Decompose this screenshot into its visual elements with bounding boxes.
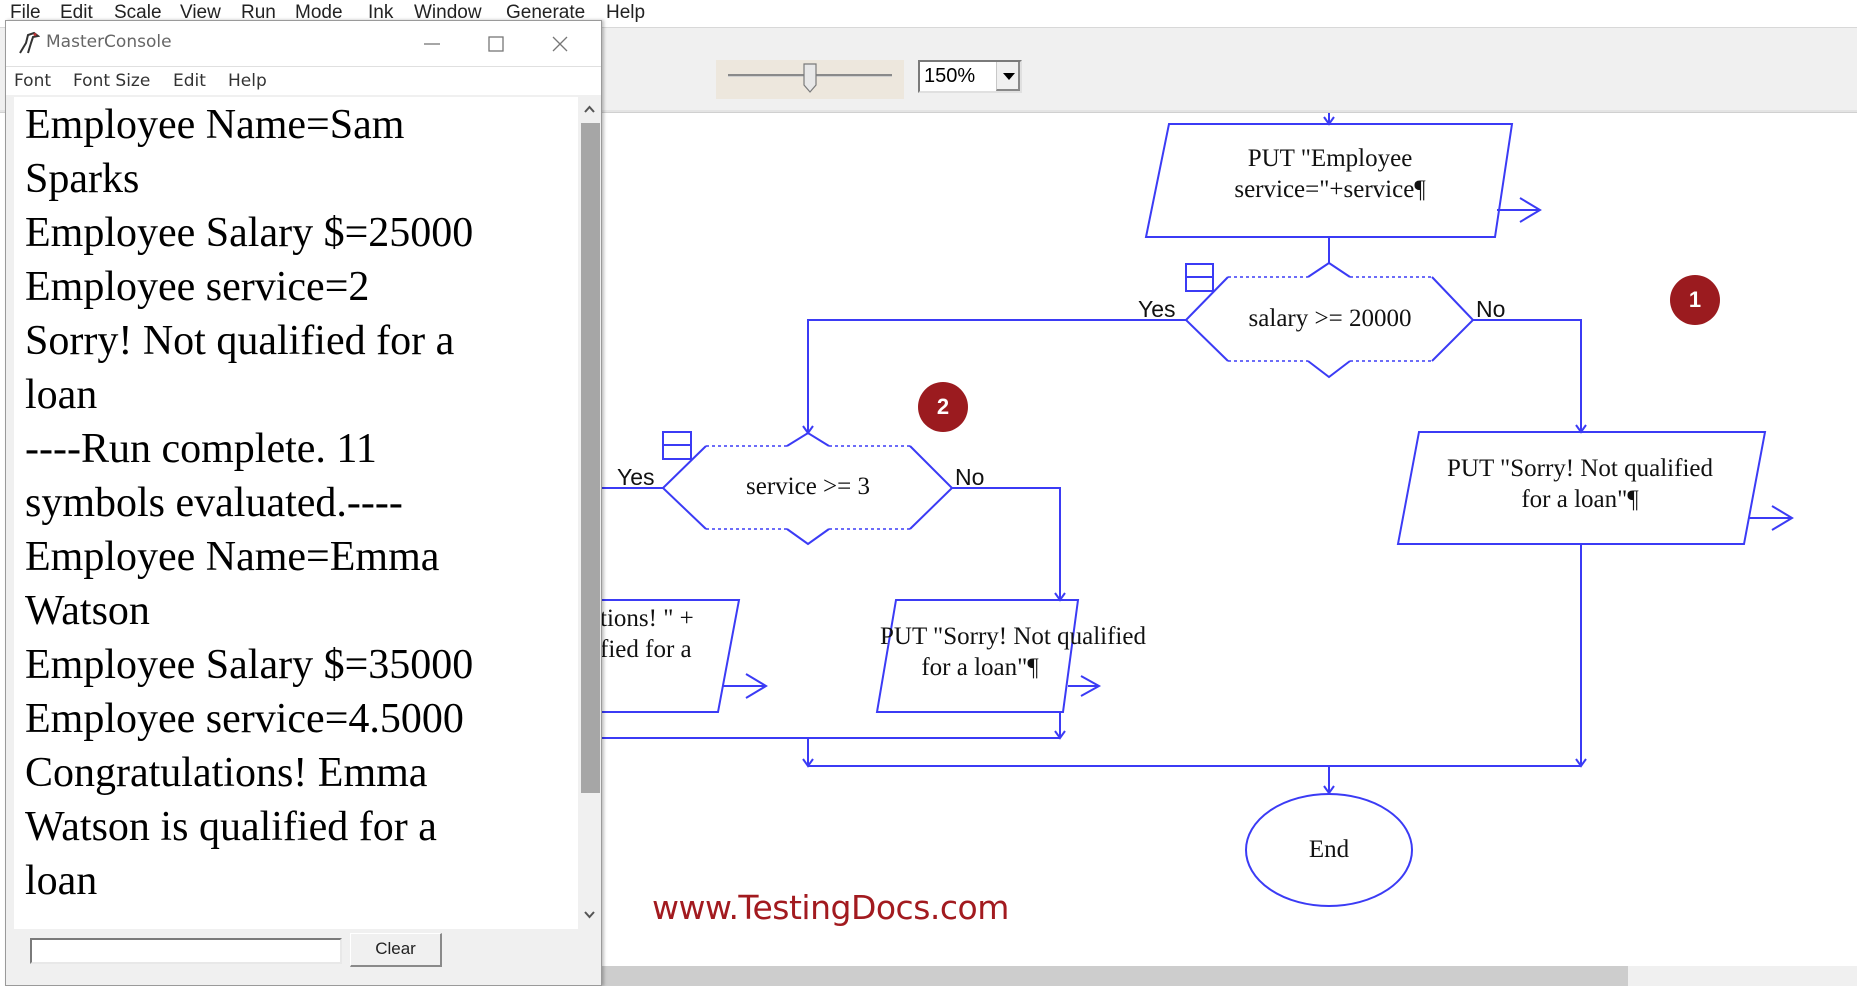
no-label: No <box>1476 296 1506 322</box>
master-console-window: MasterConsole Font Font Size Edit Help E… <box>5 20 602 986</box>
maximize-icon <box>488 36 504 52</box>
output-arrow-icon <box>1748 505 1794 531</box>
clear-button[interactable]: Clear <box>350 933 442 967</box>
console-line: Watson is qualified for a <box>25 804 437 850</box>
console-line: Employee service=4.5000 <box>25 696 464 742</box>
menu-help[interactable]: Help <box>606 2 645 24</box>
minimize-icon <box>424 43 440 45</box>
console-menu-font[interactable]: Font <box>14 71 51 91</box>
output-text-service[interactable]: PUT "Employee service="+service¶ <box>1180 143 1480 205</box>
console-vertical-scrollbar[interactable] <box>578 97 601 929</box>
no-label: No <box>955 464 985 490</box>
console-command-input[interactable] <box>30 938 342 964</box>
slider-thumb[interactable] <box>803 63 817 93</box>
console-line: loan <box>25 372 98 418</box>
console-line: Employee Name=Emma <box>25 534 440 580</box>
console-line: Employee Salary $=25000 <box>25 210 474 256</box>
output-text-sorry-outer[interactable]: PUT "Sorry! Not qualified for a loan"¶ <box>1410 453 1750 515</box>
maximize-button[interactable] <box>464 21 528 67</box>
console-line: loan <box>25 858 98 904</box>
horizontal-scrollbar[interactable] <box>600 966 1857 986</box>
annotation-badge-1: 1 <box>1670 275 1720 325</box>
decision-text-salary[interactable]: salary >= 20000 <box>1210 303 1450 334</box>
zoom-value: 150% <box>924 65 976 87</box>
chevron-down-icon[interactable] <box>578 903 601 927</box>
console-line: Congratulations! Emma <box>25 750 428 796</box>
connector-no <box>952 487 1061 600</box>
console-line: Sorry! Not qualified for a <box>25 318 455 364</box>
yes-label: Yes <box>617 464 655 490</box>
connector-yes <box>807 319 1186 433</box>
console-menu-font-size[interactable]: Font Size <box>73 71 150 91</box>
close-button[interactable] <box>528 21 592 67</box>
console-title: MasterConsole <box>46 32 172 52</box>
console-line: Sparks <box>25 156 140 202</box>
close-icon <box>552 36 568 52</box>
speed-slider[interactable] <box>716 60 904 99</box>
console-line: Employee Salary $=35000 <box>25 642 474 688</box>
output-arrow-icon <box>723 673 768 699</box>
output-text-congrats[interactable]: tions! " + fied for a <box>600 603 720 665</box>
console-menu-edit[interactable]: Edit <box>173 71 206 91</box>
raptor-app-icon <box>19 31 40 54</box>
console-line: Employee service=2 <box>25 264 370 310</box>
decision-text-service[interactable]: service >= 3 <box>700 471 916 502</box>
console-line: ----Run complete. 11 <box>25 426 377 472</box>
console-line: symbols evaluated.---- <box>25 480 403 526</box>
console-output[interactable]: Employee Name=Sam Sparks Employee Salary… <box>14 97 578 929</box>
yes-label: Yes <box>1138 296 1176 322</box>
console-menu-help[interactable]: Help <box>228 71 267 91</box>
annotation-badge-2: 2 <box>918 382 968 432</box>
scrollbar-thumb[interactable] <box>581 123 600 793</box>
output-text-sorry-inner[interactable]: PUT "Sorry! Not qualified for a loan"¶ <box>880 621 1146 683</box>
chevron-down-icon[interactable] <box>996 62 1020 91</box>
zoom-select[interactable]: 150% <box>918 60 1022 93</box>
console-line: Watson <box>25 588 150 634</box>
minimize-button[interactable] <box>400 21 464 67</box>
scrollbar-thumb[interactable] <box>600 966 1628 986</box>
console-menubar: Font Font Size Edit Help <box>6 67 601 95</box>
watermark: www.TestingDocs.com <box>652 888 1009 927</box>
chevron-up-icon[interactable] <box>578 97 601 121</box>
connector-no <box>1473 319 1582 432</box>
console-line: Employee Name=Sam <box>25 102 405 148</box>
output-arrow-icon <box>1497 197 1542 223</box>
console-titlebar[interactable]: MasterConsole <box>6 21 601 67</box>
end-text[interactable]: End <box>1279 834 1379 865</box>
